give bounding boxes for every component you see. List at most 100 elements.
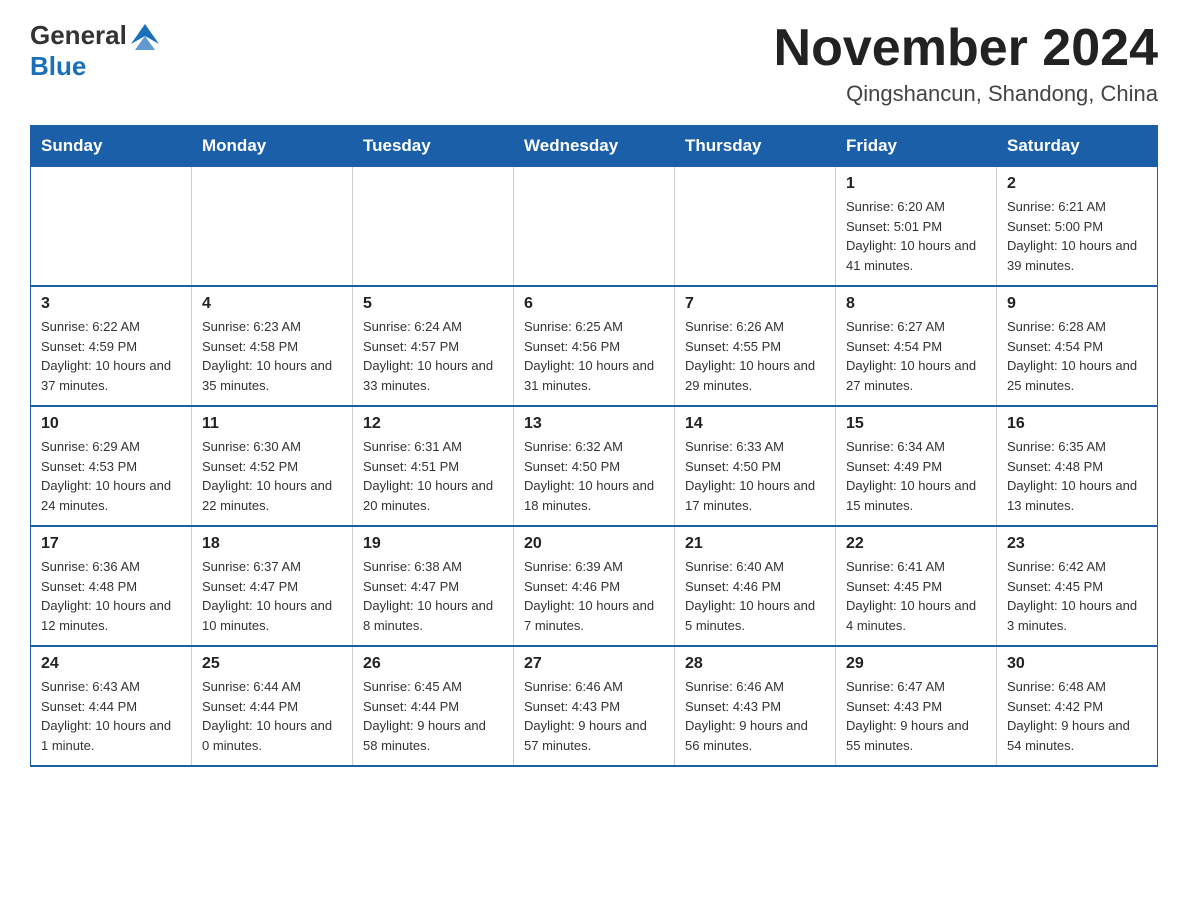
calendar-cell: 13 Sunrise: 6:32 AMSunset: 4:50 PMDayligh…	[514, 406, 675, 526]
calendar-cell: 12 Sunrise: 6:31 AMSunset: 4:51 PMDayligh…	[353, 406, 514, 526]
day-number: 25	[202, 655, 342, 673]
calendar-cell	[514, 167, 675, 287]
day-number: 1	[846, 175, 986, 193]
calendar-cell: 19Sunrise: 6:38 AMSunset: 4:47 PMDayligh…	[353, 526, 514, 646]
day-info: Sunrise: 6:40 AMSunset: 4:46 PMDaylight:…	[685, 557, 825, 635]
calendar-cell: 9 Sunrise: 6:28 AMSunset: 4:54 PMDaylight…	[997, 286, 1158, 406]
day-info: Sunrise: 6:24 AMSunset: 4:57 PMDaylight:…	[363, 317, 503, 395]
day-info: Sunrise: 6:45 AMSunset: 4:44 PMDaylight:…	[363, 677, 503, 755]
day-info: Sunrise: 6:32 AMSunset: 4:50 PMDaylight:…	[524, 437, 664, 515]
logo-icon	[131, 22, 159, 50]
day-info: Sunrise: 6:21 AMSunset: 5:00 PMDaylight:…	[1007, 197, 1147, 275]
logo-general-text: General	[30, 20, 127, 51]
calendar-cell: 14 Sunrise: 6:33 AMSunset: 4:50 PMDayligh…	[675, 406, 836, 526]
day-number: 15	[846, 415, 986, 433]
weekday-header-sunday: Sunday	[31, 126, 192, 167]
calendar-cell: 17 Sunrise: 6:36 AMSunset: 4:48 PMDayligh…	[31, 526, 192, 646]
calendar-cell: 8 Sunrise: 6:27 AMSunset: 4:54 PMDaylight…	[836, 286, 997, 406]
page-header: General Blue November 2024 Qingshancun, …	[30, 20, 1158, 107]
day-info: Sunrise: 6:34 AMSunset: 4:49 PMDaylight:…	[846, 437, 986, 515]
day-info: Sunrise: 6:33 AMSunset: 4:50 PMDaylight:…	[685, 437, 825, 515]
day-number: 17	[41, 535, 181, 553]
day-number: 9	[1007, 295, 1147, 313]
day-number: 24	[41, 655, 181, 673]
day-info: Sunrise: 6:39 AMSunset: 4:46 PMDaylight:…	[524, 557, 664, 635]
calendar-cell: 22Sunrise: 6:41 AMSunset: 4:45 PMDayligh…	[836, 526, 997, 646]
day-info: Sunrise: 6:30 AMSunset: 4:52 PMDaylight:…	[202, 437, 342, 515]
day-number: 5	[363, 295, 503, 313]
day-number: 20	[524, 535, 664, 553]
calendar-cell: 30Sunrise: 6:48 AMSunset: 4:42 PMDayligh…	[997, 646, 1158, 766]
calendar-cell: 20 Sunrise: 6:39 AMSunset: 4:46 PMDayligh…	[514, 526, 675, 646]
day-number: 18	[202, 535, 342, 553]
day-info: Sunrise: 6:27 AMSunset: 4:54 PMDaylight:…	[846, 317, 986, 395]
calendar-cell	[353, 167, 514, 287]
day-info: Sunrise: 6:46 AMSunset: 4:43 PMDaylight:…	[685, 677, 825, 755]
calendar-week-4: 17 Sunrise: 6:36 AMSunset: 4:48 PMDayligh…	[31, 526, 1158, 646]
calendar-cell: 23 Sunrise: 6:42 AMSunset: 4:45 PMDayligh…	[997, 526, 1158, 646]
calendar-week-5: 24 Sunrise: 6:43 AMSunset: 4:44 PMDayligh…	[31, 646, 1158, 766]
day-info: Sunrise: 6:47 AMSunset: 4:43 PMDaylight:…	[846, 677, 986, 755]
day-info: Sunrise: 6:44 AMSunset: 4:44 PMDaylight:…	[202, 677, 342, 755]
weekday-header-monday: Monday	[192, 126, 353, 167]
calendar-cell: 7Sunrise: 6:26 AMSunset: 4:55 PMDaylight…	[675, 286, 836, 406]
day-info: Sunrise: 6:22 AMSunset: 4:59 PMDaylight:…	[41, 317, 181, 395]
calendar-cell: 5 Sunrise: 6:24 AMSunset: 4:57 PMDaylight…	[353, 286, 514, 406]
day-info: Sunrise: 6:29 AMSunset: 4:53 PMDaylight:…	[41, 437, 181, 515]
day-number: 28	[685, 655, 825, 673]
calendar-cell: 1Sunrise: 6:20 AMSunset: 5:01 PMDaylight…	[836, 167, 997, 287]
day-info: Sunrise: 6:26 AMSunset: 4:55 PMDaylight:…	[685, 317, 825, 395]
day-info: Sunrise: 6:46 AMSunset: 4:43 PMDaylight:…	[524, 677, 664, 755]
calendar-week-1: 1Sunrise: 6:20 AMSunset: 5:01 PMDaylight…	[31, 167, 1158, 287]
calendar-cell: 6 Sunrise: 6:25 AMSunset: 4:56 PMDaylight…	[514, 286, 675, 406]
day-number: 14	[685, 415, 825, 433]
calendar-cell: 25 Sunrise: 6:44 AMSunset: 4:44 PMDayligh…	[192, 646, 353, 766]
day-info: Sunrise: 6:38 AMSunset: 4:47 PMDaylight:…	[363, 557, 503, 635]
calendar-cell: 21 Sunrise: 6:40 AMSunset: 4:46 PMDayligh…	[675, 526, 836, 646]
day-number: 6	[524, 295, 664, 313]
calendar-cell: 3 Sunrise: 6:22 AMSunset: 4:59 PMDaylight…	[31, 286, 192, 406]
calendar-cell: 10 Sunrise: 6:29 AMSunset: 4:53 PMDayligh…	[31, 406, 192, 526]
day-number: 2	[1007, 175, 1147, 193]
calendar-cell	[31, 167, 192, 287]
day-number: 3	[41, 295, 181, 313]
calendar-table: SundayMondayTuesdayWednesdayThursdayFrid…	[30, 125, 1158, 767]
day-info: Sunrise: 6:37 AMSunset: 4:47 PMDaylight:…	[202, 557, 342, 635]
calendar-cell: 16 Sunrise: 6:35 AMSunset: 4:48 PMDayligh…	[997, 406, 1158, 526]
weekday-header-thursday: Thursday	[675, 126, 836, 167]
calendar-body: 1Sunrise: 6:20 AMSunset: 5:01 PMDaylight…	[31, 167, 1158, 767]
calendar-cell: 15 Sunrise: 6:34 AMSunset: 4:49 PMDayligh…	[836, 406, 997, 526]
day-info: Sunrise: 6:36 AMSunset: 4:48 PMDaylight:…	[41, 557, 181, 635]
calendar-cell: 26 Sunrise: 6:45 AMSunset: 4:44 PMDayligh…	[353, 646, 514, 766]
location-title: Qingshancun, Shandong, China	[774, 81, 1158, 107]
day-number: 23	[1007, 535, 1147, 553]
calendar-cell: 27 Sunrise: 6:46 AMSunset: 4:43 PMDayligh…	[514, 646, 675, 766]
day-info: Sunrise: 6:43 AMSunset: 4:44 PMDaylight:…	[41, 677, 181, 755]
day-number: 27	[524, 655, 664, 673]
month-title: November 2024	[774, 20, 1158, 77]
calendar-cell: 18 Sunrise: 6:37 AMSunset: 4:47 PMDayligh…	[192, 526, 353, 646]
day-number: 22	[846, 535, 986, 553]
day-info: Sunrise: 6:23 AMSunset: 4:58 PMDaylight:…	[202, 317, 342, 395]
calendar-cell: 29Sunrise: 6:47 AMSunset: 4:43 PMDayligh…	[836, 646, 997, 766]
logo-blue-text: Blue	[30, 51, 163, 82]
weekday-header-tuesday: Tuesday	[353, 126, 514, 167]
day-info: Sunrise: 6:25 AMSunset: 4:56 PMDaylight:…	[524, 317, 664, 395]
weekday-header-friday: Friday	[836, 126, 997, 167]
day-number: 21	[685, 535, 825, 553]
day-number: 12	[363, 415, 503, 433]
day-info: Sunrise: 6:28 AMSunset: 4:54 PMDaylight:…	[1007, 317, 1147, 395]
day-number: 13	[524, 415, 664, 433]
day-number: 26	[363, 655, 503, 673]
calendar-cell: 11Sunrise: 6:30 AMSunset: 4:52 PMDayligh…	[192, 406, 353, 526]
day-number: 16	[1007, 415, 1147, 433]
day-info: Sunrise: 6:48 AMSunset: 4:42 PMDaylight:…	[1007, 677, 1147, 755]
logo: General Blue	[30, 20, 163, 82]
day-number: 10	[41, 415, 181, 433]
day-info: Sunrise: 6:42 AMSunset: 4:45 PMDaylight:…	[1007, 557, 1147, 635]
day-info: Sunrise: 6:35 AMSunset: 4:48 PMDaylight:…	[1007, 437, 1147, 515]
calendar-cell: 24 Sunrise: 6:43 AMSunset: 4:44 PMDayligh…	[31, 646, 192, 766]
calendar-week-2: 3 Sunrise: 6:22 AMSunset: 4:59 PMDaylight…	[31, 286, 1158, 406]
day-info: Sunrise: 6:31 AMSunset: 4:51 PMDaylight:…	[363, 437, 503, 515]
day-number: 8	[846, 295, 986, 313]
